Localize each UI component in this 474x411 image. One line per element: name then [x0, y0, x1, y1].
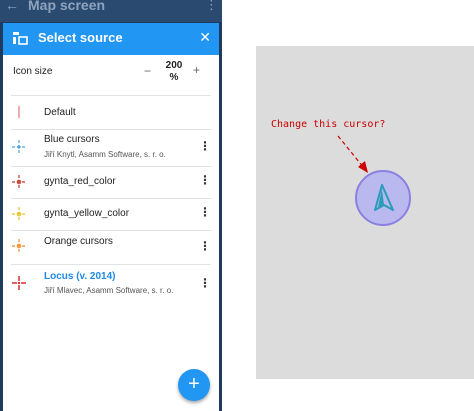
navigation-arrow-icon [374, 184, 394, 211]
list-item-name: Locus (v. 2014) [44, 271, 116, 282]
item-menu-icon[interactable]: ⋮ [199, 206, 211, 218]
cursor-preview-icon [12, 239, 26, 253]
source-icon [13, 32, 28, 45]
close-icon[interactable]: ✕ [199, 29, 211, 46]
dialog-header: Select source ✕ [3, 23, 219, 55]
cursor-preview-icon [12, 140, 26, 154]
list-item[interactable]: gynta_yellow_color ⋮ [3, 199, 219, 229]
callout-arrow [337, 135, 368, 173]
phone-screen: ← Map screen ⋮ Select source ✕ Icon size… [0, 0, 222, 411]
app-bar-title: Map screen [28, 0, 106, 13]
item-menu-icon[interactable]: ⋮ [199, 140, 211, 152]
back-arrow-icon[interactable]: ← [5, 0, 19, 13]
callout-text: Change this cursor? [271, 119, 386, 130]
cursor-preview-icon [12, 175, 26, 189]
item-menu-icon[interactable]: ⋮ [199, 277, 211, 289]
list-item[interactable]: Default [3, 98, 219, 128]
increase-size-button[interactable]: + [193, 63, 200, 77]
dialog-title: Select source [38, 30, 123, 45]
icon-size-label: Icon size [13, 66, 53, 77]
list-item[interactable]: Locus (v. 2014) Jiří Mlavec, Asamm Softw… [3, 265, 219, 301]
list-item-name: Blue cursors [44, 134, 100, 145]
cursor-preview-icon [12, 276, 26, 290]
decrease-size-button[interactable]: − [144, 64, 151, 78]
item-menu-icon[interactable]: ⋮ [199, 240, 211, 252]
list-item-name: gynta_red_color [44, 176, 116, 187]
app-bar: ← Map screen ⋮ [0, 0, 222, 22]
icon-size-row: Icon size − 200 % + [3, 56, 219, 86]
list-item[interactable]: Orange cursors ⋮ [3, 231, 219, 263]
item-menu-icon[interactable]: ⋮ [199, 174, 211, 186]
screenshot-root: ← Map screen ⋮ Select source ✕ Icon size… [0, 0, 474, 411]
list-item-name: gynta_yellow_color [44, 208, 130, 219]
map-cursor[interactable] [355, 170, 411, 226]
list-item-name: Default [44, 107, 76, 118]
divider [11, 95, 211, 96]
list-item[interactable]: Blue cursors Jiří Knytl, Asamm Software,… [3, 130, 219, 164]
list-item[interactable]: gynta_red_color ⋮ [3, 167, 219, 197]
icon-size-value: 200 % [165, 60, 183, 83]
list-item-author: Jiří Knytl, Asamm Software, s. r. o. [44, 150, 166, 159]
cursor-preview-area: Change this cursor? [256, 46, 474, 379]
cursor-preview-icon [18, 106, 20, 118]
list-item-author: Jiří Mlavec, Asamm Software, s. r. o. [44, 286, 174, 295]
cursor-preview-icon [12, 207, 26, 221]
add-source-button[interactable]: + [178, 369, 210, 401]
list-item-name: Orange cursors [44, 236, 113, 247]
select-source-dialog: Select source ✕ Icon size − 200 % + Defa… [3, 23, 219, 411]
overflow-menu-icon[interactable]: ⋮ [205, 0, 218, 13]
